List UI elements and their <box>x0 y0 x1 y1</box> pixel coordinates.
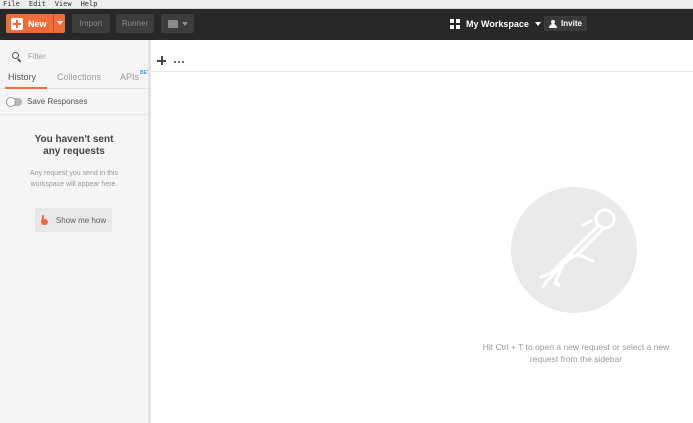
tab-collections[interactable]: Collections <box>57 72 101 82</box>
chevron-down-icon <box>181 21 188 26</box>
new-button[interactable]: New <box>6 14 65 33</box>
new-button-divider <box>53 14 54 33</box>
sidebar: History Collections APIsBETA Save Respon… <box>0 40 153 423</box>
add-tab-icon[interactable] <box>157 56 167 66</box>
postman-logo-icon <box>511 187 637 313</box>
menu-view[interactable]: View <box>55 0 72 8</box>
menu-file[interactable]: File <box>3 0 20 8</box>
tab-history[interactable]: History <box>8 72 36 82</box>
open-new-window-button[interactable] <box>161 14 194 33</box>
show-me-how-label: Show me how <box>55 215 107 225</box>
menu-help[interactable]: Help <box>81 0 98 8</box>
history-empty-title: You haven't sent any requests <box>34 134 114 157</box>
divider <box>0 114 148 115</box>
menu-edit[interactable]: Edit <box>29 0 46 8</box>
invite-button[interactable]: Invite <box>544 16 587 31</box>
request-tab-bar <box>151 52 693 72</box>
os-menu-bar: File Edit View Help <box>0 0 693 9</box>
import-button[interactable]: Import <box>72 14 110 33</box>
filter-bar <box>0 45 148 67</box>
chevron-down-icon <box>534 22 541 26</box>
new-request-hint: Hit Ctrl + T to open a new request or se… <box>482 342 670 364</box>
add-user-icon <box>549 19 558 28</box>
workspace-switcher[interactable]: My Workspace <box>450 17 541 31</box>
active-tab-indicator <box>5 87 47 89</box>
top-toolbar: New Import Runner My Workspace Invite <box>0 9 693 40</box>
more-tabs-icon[interactable] <box>174 61 186 63</box>
new-button-label: New <box>28 18 47 29</box>
save-responses-row: Save Responses <box>6 96 88 107</box>
workspace-name: My Workspace <box>466 19 529 29</box>
pointer-hand-icon <box>40 215 49 225</box>
filter-input[interactable] <box>28 51 138 61</box>
history-empty-description: Any request you send in this workspace w… <box>30 170 118 188</box>
sidebar-tabs: History Collections APIsBETA <box>0 69 153 89</box>
new-window-icon <box>167 19 178 28</box>
main-panel: Hit Ctrl + T to open a new request or se… <box>151 40 693 423</box>
plus-icon <box>11 17 23 30</box>
invite-button-label: Invite <box>561 19 582 28</box>
tab-apis-label: APIs <box>120 72 140 82</box>
runner-button[interactable]: Runner <box>116 14 154 33</box>
chevron-down-icon[interactable] <box>57 21 63 25</box>
save-responses-label: Save Responses <box>27 97 88 106</box>
search-icon <box>12 51 21 61</box>
workspace-grid-icon <box>450 19 460 29</box>
save-responses-toggle[interactable] <box>6 96 22 107</box>
show-me-how-button[interactable]: Show me how <box>35 208 112 232</box>
